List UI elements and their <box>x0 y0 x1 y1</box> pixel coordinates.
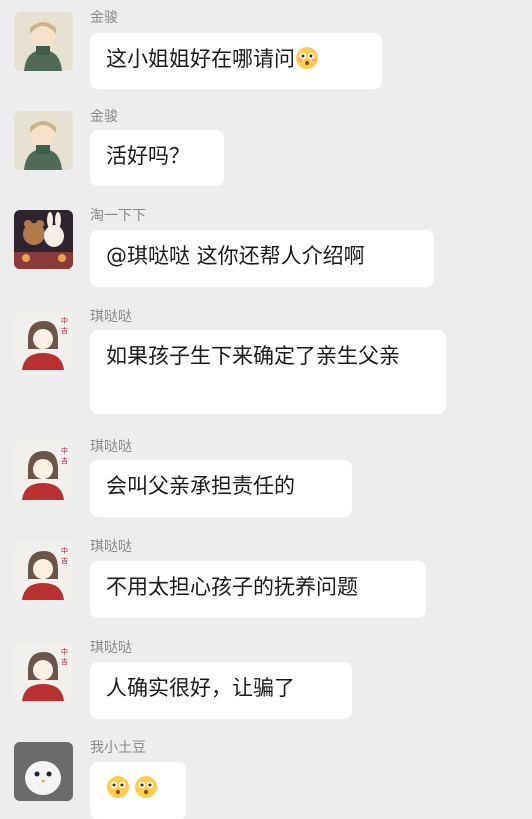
message-bubble[interactable]: 不用太担心孩子的抚养问题 <box>90 561 426 618</box>
avatar-girl-icon[interactable]: 中吉 <box>14 642 73 701</box>
avatar-girl-icon[interactable]: 中吉 <box>14 311 73 370</box>
message-text: 人确实很好，让骗了 <box>106 676 295 700</box>
sender-name: 琪哒哒 <box>90 309 132 325</box>
avatar-boy-icon[interactable] <box>14 12 73 71</box>
message-text: 会叫父亲承担责任的 <box>106 474 295 498</box>
message-bubble[interactable]: 会叫父亲承担责任的 <box>90 460 352 517</box>
message-bubble[interactable]: @琪哒哒 这你还帮人介绍啊 <box>90 230 434 287</box>
avatar-boy-icon[interactable] <box>14 111 73 170</box>
flushed-face-icon <box>106 775 130 799</box>
sender-name: 琪哒哒 <box>90 539 132 555</box>
svg-text:吉: 吉 <box>61 557 68 565</box>
avatar-girl-icon[interactable]: 中吉 <box>14 441 73 500</box>
avatar-girl-icon[interactable]: 中吉 <box>14 541 73 600</box>
svg-text:吉: 吉 <box>61 658 68 666</box>
message-bubble[interactable]: 活好吗？ <box>90 130 224 186</box>
sender-name: 金骏 <box>90 10 118 26</box>
svg-text:中: 中 <box>61 546 68 555</box>
avatar-bird-icon[interactable] <box>14 742 73 801</box>
message-bubble[interactable]: 如果孩子生下来确定了亲生父亲 <box>90 330 446 414</box>
svg-text:吉: 吉 <box>61 327 68 335</box>
message-text: @琪哒哒 这你还帮人介绍啊 <box>106 244 365 268</box>
sender-name: 金骏 <box>90 109 118 125</box>
message-text: 不用太担心孩子的抚养问题 <box>106 575 358 599</box>
avatar-bear-icon[interactable] <box>14 210 73 269</box>
sender-name: 琪哒哒 <box>90 439 132 455</box>
sender-name: 我小土豆 <box>90 740 146 756</box>
svg-text:中: 中 <box>61 316 68 325</box>
message-bubble[interactable] <box>90 762 186 819</box>
svg-text:中: 中 <box>61 647 68 656</box>
message-text: 如果孩子生下来确定了亲生父亲 <box>106 344 400 368</box>
message-bubble[interactable]: 人确实很好，让骗了 <box>90 662 352 719</box>
svg-text:吉: 吉 <box>61 457 68 465</box>
sender-name: 淘一下下 <box>90 208 146 224</box>
message-text: 这小姐姐好在哪请问 <box>106 47 295 71</box>
flushed-face-icon <box>295 46 319 70</box>
flushed-face-icon <box>134 775 158 799</box>
sender-name: 琪哒哒 <box>90 640 132 656</box>
svg-text:中: 中 <box>61 446 68 455</box>
message-text: 活好吗？ <box>106 144 190 168</box>
message-bubble[interactable]: 这小姐姐好在哪请问 <box>90 33 382 89</box>
